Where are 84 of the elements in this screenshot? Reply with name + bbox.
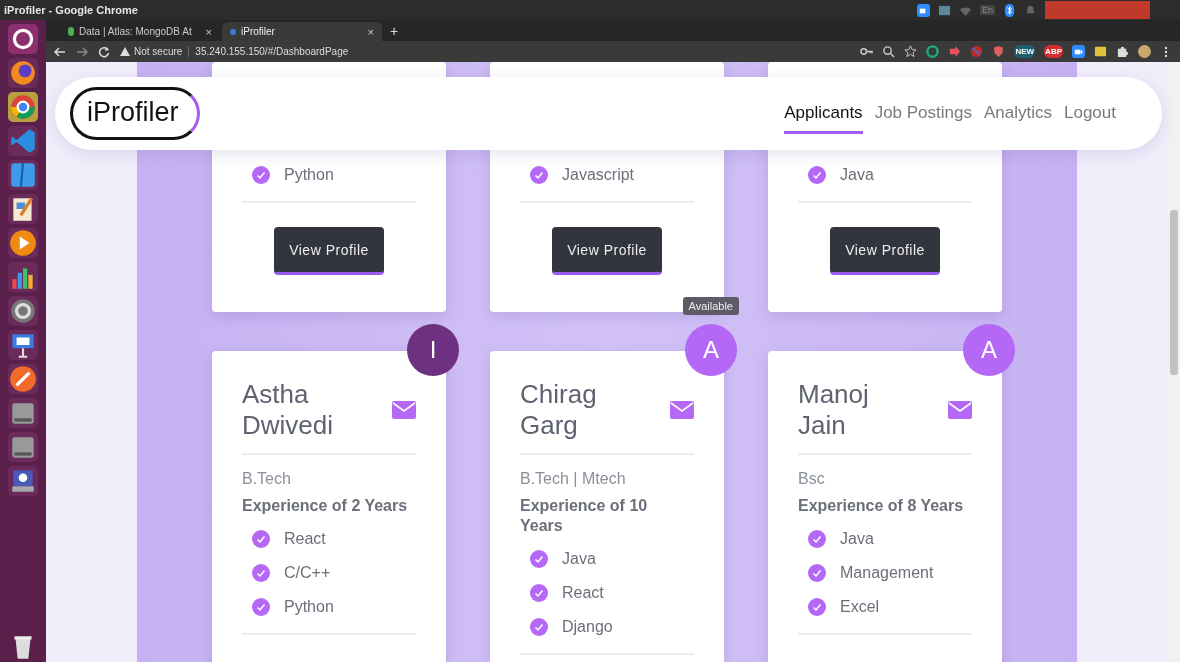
picture-icon[interactable] <box>938 3 951 17</box>
experience-label: Experience of 10 Years <box>520 496 649 536</box>
drive-icon[interactable] <box>8 432 38 462</box>
drive-icon[interactable] <box>8 398 38 428</box>
profile-avatar[interactable] <box>1138 45 1151 58</box>
envelope-icon[interactable] <box>392 401 416 419</box>
arrow-icon[interactable] <box>948 45 962 58</box>
video-camera-icon[interactable] <box>917 3 930 17</box>
back-arrow-icon[interactable] <box>54 45 66 58</box>
tooltip: Available <box>682 297 739 315</box>
url-field[interactable]: 35.240.155.150/#/DashboardPage <box>188 46 349 57</box>
nav-link[interactable]: Logout <box>1064 93 1116 134</box>
browser-tab[interactable]: Data | Atlas: MongoDB At × <box>60 22 220 41</box>
skill-label: Python <box>284 166 334 184</box>
applicant-name: Manoj Jain <box>798 379 870 441</box>
check-circle-icon <box>252 564 270 582</box>
experience-label: Experience of 8 Years <box>798 496 965 516</box>
degree-label: B.Tech | Mtech <box>520 470 627 488</box>
skill-label: Excel <box>840 598 880 616</box>
skill-label: Management <box>840 564 934 582</box>
extension-badge[interactable]: NEW <box>1014 45 1036 58</box>
check-circle-icon <box>530 166 548 184</box>
check-circle-icon <box>808 166 826 184</box>
experience-label: Experience of 2 Years <box>242 496 409 516</box>
logo[interactable]: iProfiler <box>70 87 200 140</box>
window-title: iProfiler - Google Chrome <box>4 4 139 16</box>
check-circle-icon <box>808 530 826 548</box>
presentation-icon[interactable] <box>8 330 38 360</box>
bar-chart-icon[interactable] <box>8 262 38 292</box>
skill-label: Java <box>562 550 596 568</box>
skill-label: C/C++ <box>284 564 331 582</box>
applicant-name: Chirag Garg <box>520 379 598 441</box>
zoom-icon[interactable] <box>882 45 896 58</box>
degree-label: Bsc <box>798 470 826 488</box>
skill-label: Python <box>284 598 334 616</box>
check-circle-icon <box>530 550 548 568</box>
puzzle-icon[interactable] <box>1116 45 1129 58</box>
view-profile-button[interactable]: View Profile <box>830 227 940 275</box>
nav-link[interactable]: Analytics <box>983 93 1052 134</box>
check-circle-icon <box>252 598 270 616</box>
code-editor-icon[interactable] <box>8 126 38 156</box>
skill-label: Django <box>562 618 613 636</box>
envelope-icon[interactable] <box>670 401 694 419</box>
reload-icon[interactable] <box>98 45 110 58</box>
shield-icon[interactable] <box>992 45 1006 58</box>
warning-icon[interactable] <box>120 47 130 56</box>
skill-label: React <box>562 584 604 602</box>
note-icon[interactable] <box>1094 45 1107 58</box>
star-icon[interactable] <box>904 45 918 58</box>
chrome-icon[interactable] <box>8 92 38 122</box>
skill-label: Java <box>840 166 874 184</box>
check-circle-icon <box>530 618 548 636</box>
nav-link[interactable]: Applicants <box>784 93 863 134</box>
view-profile-button[interactable]: View Profile <box>552 227 662 275</box>
tab-favicon <box>68 27 74 36</box>
skill-label: Javascript <box>562 166 635 184</box>
browser-tab[interactable]: iProfiler × <box>222 22 382 41</box>
play-icon[interactable] <box>8 228 38 258</box>
check-circle-icon <box>252 166 270 184</box>
extension-badge[interactable]: ABP <box>1044 45 1063 58</box>
check-circle-icon <box>252 530 270 548</box>
skill-label: Java <box>840 530 874 548</box>
key-icon[interactable] <box>860 45 874 58</box>
security-warning[interactable]: Not secure <box>134 46 183 57</box>
bluetooth-icon[interactable] <box>1003 3 1016 17</box>
nav-link[interactable]: Job Postings <box>874 93 972 134</box>
applicant-name: Astha Dwivedi <box>242 379 335 441</box>
check-circle-icon <box>808 598 826 616</box>
check-circle-icon <box>530 584 548 602</box>
new-tab-button[interactable]: + <box>390 22 399 39</box>
tab-favicon <box>230 28 236 35</box>
skill-label: React <box>284 530 326 548</box>
forward-arrow-icon[interactable] <box>76 45 88 58</box>
status-avatar[interactable]: I <box>407 324 459 376</box>
close-icon[interactable]: × <box>367 25 374 38</box>
close-icon[interactable]: × <box>205 25 212 38</box>
notepad-icon[interactable] <box>8 194 38 224</box>
video-camera-icon[interactable] <box>1072 45 1085 58</box>
check-circle-icon <box>808 564 826 582</box>
view-profile-button[interactable]: View Profile <box>274 227 384 275</box>
ring-icon[interactable] <box>926 45 940 58</box>
envelope-icon[interactable] <box>948 401 972 419</box>
scrollbar-thumb[interactable] <box>1170 210 1178 375</box>
degree-label: B.Tech <box>242 470 292 488</box>
